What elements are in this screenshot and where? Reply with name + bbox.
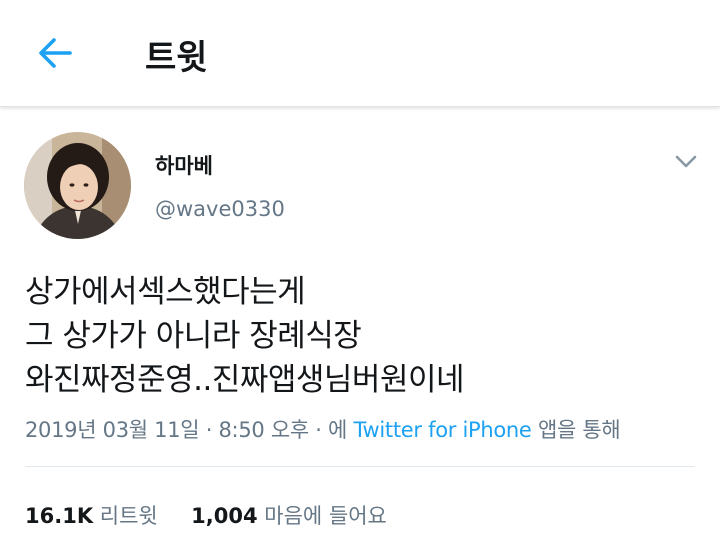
via-suffix: 앱을 통해 xyxy=(537,418,621,442)
retweets-stat[interactable]: 16.1K 리트윗 xyxy=(25,504,164,528)
top-bar: 트윗 xyxy=(0,0,720,107)
tweet-text-line: 그 상가가 아니라 장례식장 xyxy=(25,318,362,354)
more-options-button[interactable] xyxy=(672,148,700,174)
engagement-stats: 16.1K 리트윗 1,004 마음에 들어요 xyxy=(25,500,387,530)
display-name[interactable]: 하마베 xyxy=(155,150,213,180)
user-handle[interactable]: @wave0330 xyxy=(155,197,285,221)
likes-label: 마음에 들어요 xyxy=(264,504,387,528)
tweet-text-line: 상가에서섹스했다는게 xyxy=(25,274,306,310)
retweets-label: 리트윗 xyxy=(99,504,158,528)
page-title: 트윗 xyxy=(145,38,208,78)
meta-separator: · xyxy=(315,418,322,442)
source-link[interactable]: Twitter for iPhone xyxy=(353,418,531,442)
tweet-time: 8:50 오후 xyxy=(218,418,309,442)
divider xyxy=(25,466,695,467)
likes-count: 1,004 xyxy=(191,504,258,528)
tweet-meta: 2019년 03월 11일 · 8:50 오후 · 에 Twitter for … xyxy=(25,414,621,444)
chevron-down-icon xyxy=(675,155,697,168)
tweet-text-line: 와진짜정준영..진짜앱생님버원이네 xyxy=(25,362,465,398)
back-button[interactable] xyxy=(34,34,78,72)
likes-stat[interactable]: 1,004 마음에 들어요 xyxy=(191,504,387,528)
meta-separator: · xyxy=(205,418,213,442)
tweet-text: 상가에서섹스했다는게 그 상가가 아니라 장례식장 와진짜정준영..진짜앱생님버… xyxy=(25,270,465,402)
via-prefix: 에 xyxy=(328,418,348,442)
tweet-date: 2019년 03월 11일 xyxy=(25,418,200,442)
retweets-count: 16.1K xyxy=(25,504,94,528)
arrow-left-icon xyxy=(39,38,72,68)
avatar[interactable] xyxy=(24,132,131,239)
